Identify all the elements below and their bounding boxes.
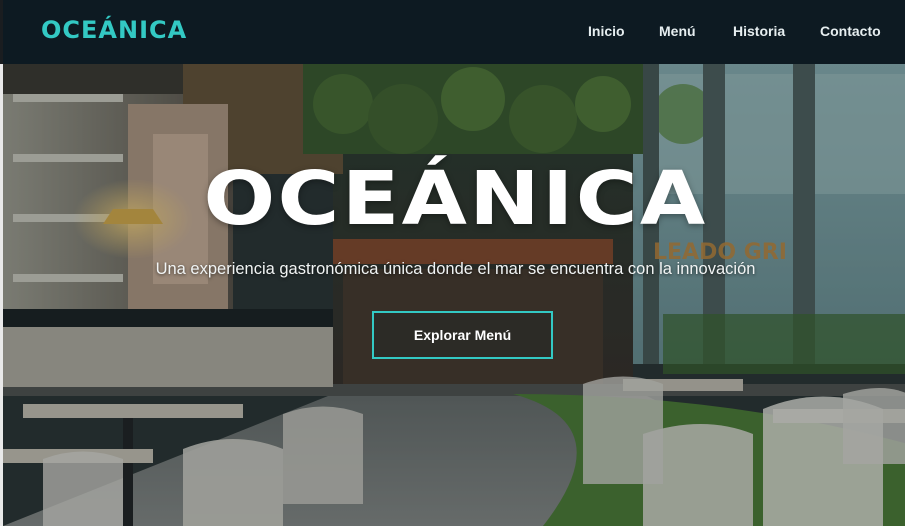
- nav-link-historia[interactable]: Historia: [733, 23, 785, 39]
- hero-dark-overlay: [3, 64, 905, 526]
- brand-logo[interactable]: OCEÁNICA: [41, 16, 187, 44]
- hero-subtitle: Una experiencia gastronómica única donde…: [155, 260, 756, 278]
- top-navbar: OCEÁNICA Inicio Menú Historia Contacto: [0, 0, 905, 64]
- explore-menu-button[interactable]: Explorar Menú: [372, 311, 553, 359]
- landing-page: OCEÁNICA Inicio Menú Historia Contacto L…: [0, 0, 905, 526]
- hero-title: OCEÁNICA: [203, 156, 708, 242]
- nav-link-contacto[interactable]: Contacto: [820, 23, 881, 39]
- hero-section: LEADO GRI OCEÁNICA Una experiencia gastr…: [0, 64, 905, 526]
- nav-link-menu[interactable]: Menú: [659, 23, 696, 39]
- nav-link-inicio[interactable]: Inicio: [588, 23, 625, 39]
